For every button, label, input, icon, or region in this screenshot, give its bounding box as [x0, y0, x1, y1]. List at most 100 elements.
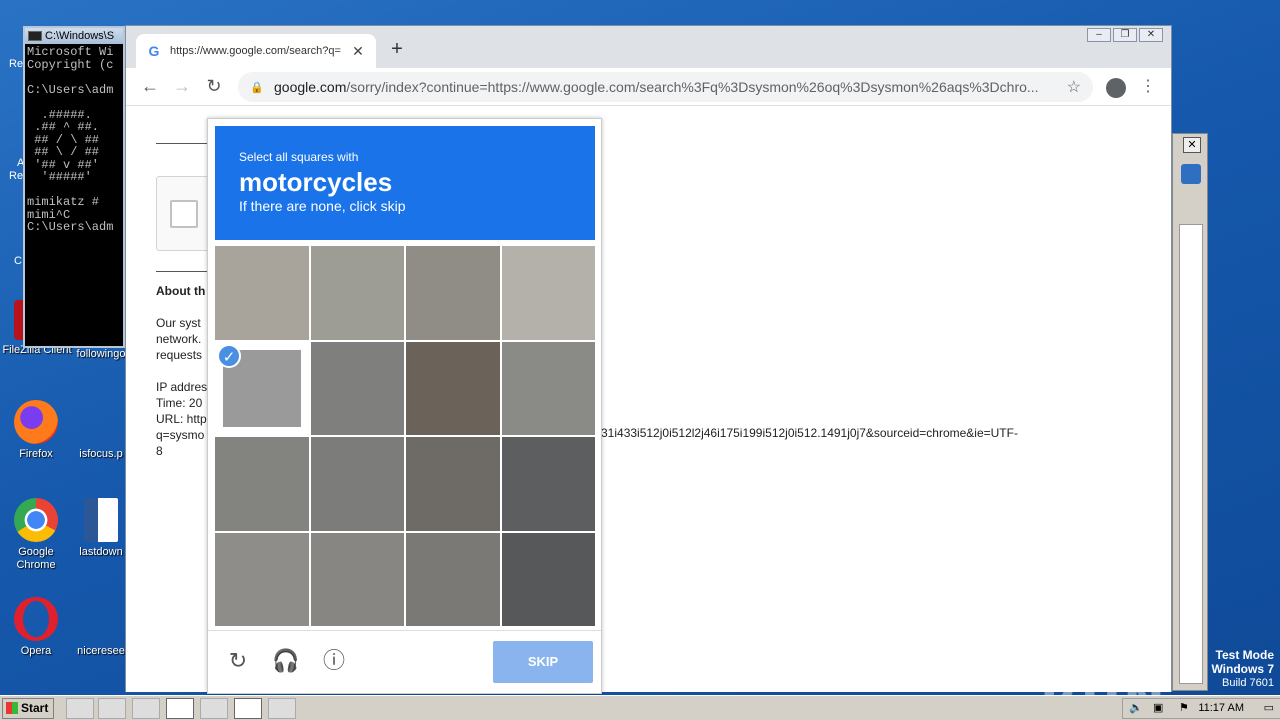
start-label: Start [21, 701, 49, 715]
ie-icon[interactable] [66, 698, 94, 719]
tab-close-icon[interactable]: ✕ [350, 43, 366, 60]
recaptcha-challenge: Select all squares with motorcycles If t… [207, 118, 602, 694]
grid-tile[interactable] [406, 437, 500, 531]
para-line: requests [156, 348, 203, 362]
system-tray: 🔈 ▣ ⚑ 11:17 AM ▭ [1122, 698, 1280, 719]
bookmark-star-icon[interactable]: ☆ [1067, 77, 1081, 97]
para-line: network. [156, 332, 202, 346]
explorer-icon[interactable] [98, 698, 126, 719]
reload-icon[interactable]: ↻ [224, 647, 252, 675]
desktop-icon-opera[interactable]: Opera [1, 597, 71, 658]
audio-headphones-icon[interactable]: 🎧 [272, 647, 300, 675]
lock-icon: 🔒 [250, 81, 264, 94]
document-icon [79, 400, 123, 444]
close-icon[interactable]: ✕ [1183, 137, 1201, 153]
profile-avatar-icon[interactable] [1106, 78, 1126, 98]
minimize-button[interactable]: – [1087, 28, 1111, 42]
restore-button[interactable]: ❐ [1113, 28, 1137, 42]
chrome-window[interactable]: G https://www.google.com/search?q= ✕ + –… [125, 25, 1172, 694]
recaptcha-checkbox[interactable] [170, 200, 198, 228]
grid-tile[interactable] [501, 532, 595, 626]
grid-tile[interactable]: ✓ [215, 341, 309, 435]
word-doc-icon [84, 498, 118, 542]
grid-tile[interactable] [215, 532, 309, 626]
chrome-taskbar-icon[interactable] [166, 698, 194, 719]
forward-icon[interactable]: → [170, 76, 194, 97]
para-line: Our syst [156, 316, 201, 330]
url-text: google.com/sorry/index?continue=https://… [274, 79, 1039, 95]
skip-button[interactable]: SKIP [493, 641, 593, 683]
desktop-icon-chrome[interactable]: Google Chrome [1, 498, 71, 572]
desktop-icon-firefox[interactable]: Firefox [1, 400, 71, 461]
challenge-header: Select all squares with motorcycles If t… [215, 126, 595, 240]
grid-tile[interactable] [310, 532, 404, 626]
reload-icon[interactable]: ↻ [202, 76, 226, 97]
challenge-instruction: Select all squares with [239, 150, 359, 164]
cmd-title: C:\Windows\S [45, 30, 115, 42]
checkmark-icon: ✓ [217, 343, 241, 368]
grid-tile[interactable] [215, 246, 309, 340]
challenge-hint: If there are none, click skip [239, 198, 406, 214]
test-mode-line: Test Mode [1215, 648, 1274, 662]
document-icon [79, 597, 123, 641]
desktop-icon-label: Opera [20, 645, 52, 657]
menu-kebab-icon[interactable]: ⋮ [1140, 76, 1156, 96]
start-button[interactable]: Start [2, 698, 54, 719]
tab-active[interactable]: G https://www.google.com/search?q= ✕ [136, 34, 376, 68]
desktop-fragment: Re [9, 58, 24, 70]
volume-icon[interactable]: 🔈 [1129, 699, 1143, 718]
background-window[interactable]: ✕ [1172, 133, 1208, 691]
address-bar[interactable]: 🔒 google.com/sorry/index?continue=https:… [238, 72, 1093, 102]
app-taskbar-icon[interactable] [268, 698, 296, 719]
cmd-titlebar[interactable]: C:\Windows\S [25, 28, 123, 44]
back-icon[interactable]: ← [138, 76, 162, 97]
info-icon[interactable]: ⓘ [320, 647, 348, 675]
cmd-window[interactable]: C:\Windows\S Microsoft Wi Copyright (c C… [23, 26, 125, 348]
tab-title: https://www.google.com/search?q= [170, 45, 341, 57]
challenge-footer: ↻ 🎧 ⓘ SKIP [208, 630, 601, 694]
grid-tile[interactable] [501, 437, 595, 531]
grid-tile[interactable] [310, 246, 404, 340]
google-icon: G [148, 43, 160, 59]
grid-tile[interactable] [406, 246, 500, 340]
media-player-icon[interactable] [132, 698, 160, 719]
opera-icon [14, 597, 58, 641]
test-mode-notice: Test Mode Windows 7 Build 7601 [1211, 648, 1274, 690]
browser-toolbar: ← → ↻ 🔒 google.com/sorry/index?continue=… [126, 68, 1171, 106]
grid-tile[interactable] [406, 341, 500, 435]
test-mode-line: Build 7601 [1222, 677, 1274, 689]
url-line: URL: http [156, 412, 207, 426]
clock: 11:17 AM [1198, 702, 1244, 714]
grid-tile[interactable] [501, 246, 595, 340]
url-line: q=sysmo [156, 428, 205, 442]
desktop-icon-label: Firefox [19, 448, 53, 460]
tab-strip: G https://www.google.com/search?q= ✕ + –… [126, 26, 1171, 68]
opera-taskbar-icon[interactable] [200, 698, 228, 719]
challenge-target: motorcycles [239, 167, 393, 197]
desktop-fragment: Re [9, 170, 24, 182]
image-grid: ✓ [215, 246, 595, 626]
window-controls: – ❐ ✕ [1087, 28, 1163, 42]
cmd-icon [28, 31, 42, 41]
ip-line: IP addres [156, 380, 208, 394]
show-desktop-icon[interactable]: ▭ [1264, 699, 1274, 718]
grid-tile[interactable] [310, 437, 404, 531]
grid-tile[interactable] [501, 341, 595, 435]
flag-icon[interactable]: ⚑ [1179, 699, 1189, 718]
test-mode-line: Windows 7 [1211, 662, 1274, 676]
new-tab-button[interactable]: + [384, 38, 410, 61]
cmd-output: Microsoft Wi Copyright (c C:\Users\adm .… [27, 45, 114, 234]
grid-tile[interactable] [215, 437, 309, 531]
search-icon[interactable] [1181, 164, 1201, 184]
cmd-taskbar-icon[interactable] [234, 698, 262, 719]
time-line: Time: 20 [156, 396, 203, 410]
network-icon[interactable]: ▣ [1153, 699, 1163, 718]
desktop-icon-label: Google Chrome [16, 546, 56, 571]
grid-tile[interactable] [406, 532, 500, 626]
close-button[interactable]: ✕ [1139, 28, 1163, 42]
url-continuation: 31i433i512j0i512l2j46i175i199i512j0i512.… [601, 426, 1018, 440]
windows-logo-icon [6, 702, 18, 714]
grid-tile[interactable] [310, 341, 404, 435]
page-content: About th Our syst network. requests IP a… [126, 107, 1171, 694]
taskbar: Start 🔈 ▣ ⚑ 11:17 AM ▭ [0, 695, 1280, 720]
